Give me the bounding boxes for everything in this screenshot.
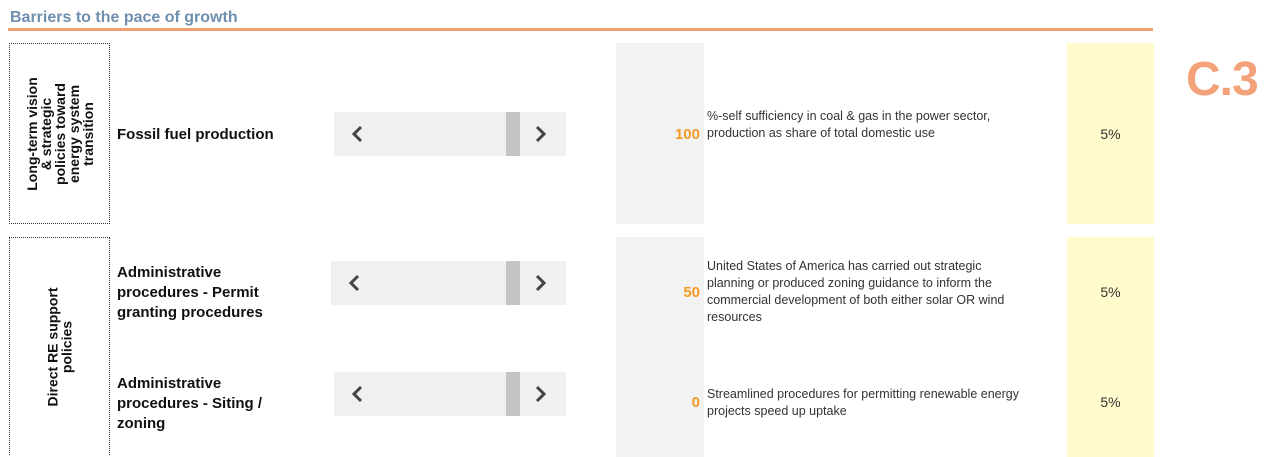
scroll-left-button[interactable] — [340, 372, 374, 416]
category-box-direct-re-support: Direct RE support policies — [9, 237, 110, 455]
score-scrollbar[interactable] — [334, 112, 566, 156]
scroll-right-button[interactable] — [524, 112, 558, 156]
scroll-left-button[interactable] — [340, 112, 374, 156]
title-rule — [8, 28, 1153, 31]
category-label: Direct RE support policies — [44, 286, 75, 407]
row-label-siting-zoning: Administrative procedures - Siting / zon… — [117, 375, 263, 432]
section-badge: C.3 — [1186, 53, 1259, 106]
weight-value: 5% — [1100, 126, 1121, 142]
scroll-left-button[interactable] — [337, 261, 371, 305]
indicator-description: Streamlined procedures for permitting re… — [707, 387, 1019, 418]
chevron-right-icon — [535, 125, 547, 143]
score-value: 0 — [691, 394, 700, 411]
scroll-right-button[interactable] — [524, 372, 558, 416]
chevron-left-icon — [351, 125, 363, 143]
weight-value: 5% — [1100, 284, 1121, 300]
indicator-description: %-self sufficiency in coal & gas in the … — [707, 109, 991, 140]
section-title: Barriers to the pace of growth — [10, 9, 238, 26]
chevron-left-icon — [351, 385, 363, 403]
scroll-thumb[interactable] — [506, 112, 520, 156]
category-box-long-term-vision: Long-term vision & strategic policies to… — [9, 43, 110, 224]
scroll-thumb[interactable] — [506, 372, 520, 416]
score-scrollbar[interactable] — [334, 372, 566, 416]
chevron-right-icon — [535, 385, 547, 403]
scroll-right-button[interactable] — [524, 261, 558, 305]
scroll-thumb[interactable] — [506, 261, 520, 305]
score-scrollbar[interactable] — [331, 261, 566, 305]
score-value: 50 — [683, 284, 700, 301]
weight-panel — [1067, 237, 1154, 457]
score-value: 100 — [674, 126, 700, 143]
indicator-description: United States of America has carried out… — [707, 259, 1005, 324]
score-panel — [616, 237, 704, 457]
row-label-permit-granting: Administrative procedures - Permit grant… — [117, 264, 263, 321]
weight-value: 5% — [1100, 394, 1121, 410]
chevron-right-icon — [535, 274, 547, 292]
row-label-fossil-fuel-production: Fossil fuel production — [117, 126, 274, 143]
chevron-left-icon — [348, 274, 360, 292]
category-label: Long-term vision & strategic policies to… — [23, 76, 96, 191]
